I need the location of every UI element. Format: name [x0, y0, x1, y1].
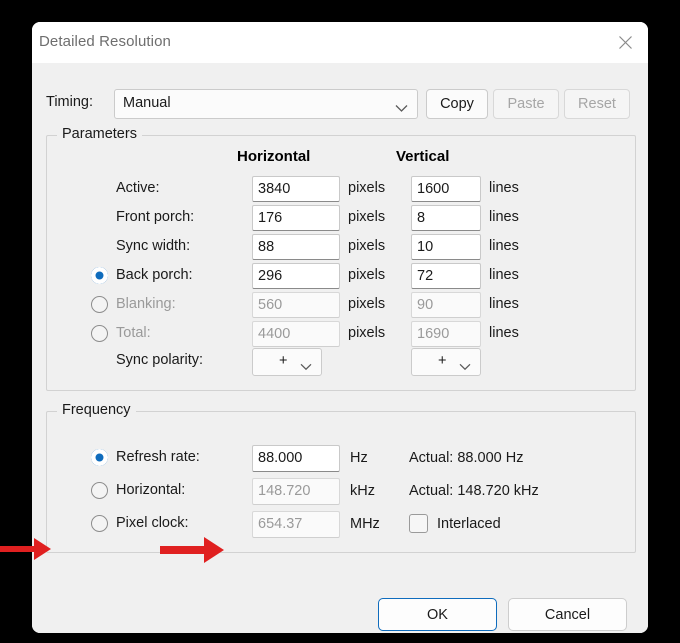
timing-select-value: Manual — [123, 95, 171, 111]
radio-blanking[interactable] — [91, 296, 108, 313]
parameter-row-blanking: Blanking: 560 pixels 90 lines — [47, 292, 637, 318]
unit-pixels: pixels — [348, 180, 386, 196]
frequency-label: Refresh rate: — [116, 449, 200, 465]
parameter-row-total: Total: 4400 pixels 1690 lines — [47, 321, 637, 347]
horizontal-value-input[interactable]: 560 — [252, 292, 340, 318]
unit-lines: lines — [489, 238, 519, 254]
close-icon-glyph — [618, 36, 632, 49]
parameter-row-front-porch: Front porch: 176 pixels 8 lines — [47, 205, 637, 231]
horizontal-value-input[interactable]: 176 — [252, 205, 340, 231]
parameter-row-active: Active: 3840 pixels 1600 lines — [47, 176, 637, 202]
vertical-value-input[interactable]: 1600 — [411, 176, 481, 202]
cancel-button[interactable]: Cancel — [508, 598, 627, 631]
radio-back-porch[interactable] — [91, 267, 108, 284]
parameters-group: Parameters Horizontal Vertical Active: 38… — [46, 126, 637, 391]
frequency-unit: Hz — [350, 450, 368, 466]
unit-pixels: pixels — [348, 325, 386, 341]
sync-polarity-label: Sync polarity: — [116, 352, 204, 368]
vertical-value-input[interactable]: 90 — [411, 292, 481, 318]
vertical-value-input[interactable]: 1690 — [411, 321, 481, 347]
horizontal-value-input[interactable]: 296 — [252, 263, 340, 289]
sync-polarity-vertical-value: + — [438, 353, 447, 369]
sync-polarity-horizontal-value: + — [279, 353, 288, 369]
frequency-value-input[interactable]: 654.37 — [252, 511, 340, 538]
radio-total[interactable] — [91, 325, 108, 342]
frequency-unit: MHz — [350, 516, 380, 532]
copy-button[interactable]: Copy — [426, 89, 488, 119]
reset-button[interactable]: Reset — [564, 89, 630, 119]
radio-refresh-rate[interactable] — [91, 449, 108, 466]
radio-pixel-clock[interactable] — [91, 515, 108, 532]
chevron-down-icon — [395, 100, 408, 118]
frequency-label: Pixel clock: — [116, 515, 189, 531]
frequency-group-title: Frequency — [57, 402, 136, 418]
dialog-title: Detailed Resolution — [39, 33, 171, 50]
parameter-label: Front porch: — [116, 209, 195, 225]
parameter-label: Total: — [116, 325, 151, 341]
horizontal-value-input[interactable]: 4400 — [252, 321, 340, 347]
frequency-label: Horizontal: — [116, 482, 186, 498]
column-header-horizontal: Horizontal — [237, 148, 311, 165]
column-header-vertical: Vertical — [396, 148, 450, 165]
horizontal-value-input[interactable]: 3840 — [252, 176, 340, 202]
parameter-row-sync-width: Sync width: 88 pixels 10 lines — [47, 234, 637, 260]
frequency-row-refresh-rate: Refresh rate: 88.000 Hz Actual: 88.000 Hz — [47, 445, 637, 472]
parameter-row-back-porch: Back porch: 296 pixels 72 lines — [47, 263, 637, 289]
parameters-group-title: Parameters — [57, 126, 142, 142]
vertical-value-input[interactable]: 72 — [411, 263, 481, 289]
unit-lines: lines — [489, 296, 519, 312]
parameter-label: Blanking: — [116, 296, 176, 312]
sync-polarity-row: Sync polarity: + + — [47, 348, 637, 376]
sync-polarity-vertical-select[interactable]: + — [411, 348, 481, 376]
parameter-label: Sync width: — [116, 238, 191, 254]
chevron-down-icon — [300, 358, 312, 376]
interlaced-checkbox[interactable] — [409, 514, 428, 533]
unit-pixels: pixels — [348, 296, 386, 312]
unit-pixels: pixels — [348, 238, 386, 254]
close-icon[interactable] — [602, 22, 648, 63]
vertical-value-input[interactable]: 8 — [411, 205, 481, 231]
unit-lines: lines — [489, 180, 519, 196]
paste-button[interactable]: Paste — [493, 89, 559, 119]
dialog-content: Timing: Manual Copy Paste Reset Paramete… — [32, 63, 648, 633]
frequency-unit: kHz — [350, 483, 375, 499]
unit-pixels: pixels — [348, 267, 386, 283]
unit-lines: lines — [489, 267, 519, 283]
dialog-titlebar: Detailed Resolution — [32, 22, 648, 63]
frequency-group: Frequency Refresh rate: 88.000 Hz Actual: 8… — [46, 402, 637, 553]
unit-lines: lines — [489, 325, 519, 341]
ok-button[interactable]: OK — [378, 598, 497, 631]
horizontal-value-input[interactable]: 88 — [252, 234, 340, 260]
unit-lines: lines — [489, 209, 519, 225]
sync-polarity-horizontal-select[interactable]: + — [252, 348, 322, 376]
frequency-row-pixel-clock: Pixel clock: 654.37 MHz Interlaced — [47, 511, 637, 538]
detailed-resolution-dialog: Detailed Resolution Timing: Manual Copy … — [32, 22, 648, 633]
timing-label: Timing: — [46, 94, 93, 110]
frequency-value-input[interactable]: 148.720 — [252, 478, 340, 505]
radio-horizontal[interactable] — [91, 482, 108, 499]
frequency-row-horizontal: Horizontal: 148.720 kHz Actual: 148.720 kHz — [47, 478, 637, 505]
actual-value-text: Actual: 88.000 Hz — [409, 450, 524, 466]
frequency-value-input[interactable]: 88.000 — [252, 445, 340, 472]
interlaced-label: Interlaced — [437, 516, 501, 532]
actual-value-text: Actual: 148.720 kHz — [409, 483, 539, 499]
unit-pixels: pixels — [348, 209, 386, 225]
parameter-label: Active: — [116, 180, 160, 196]
timing-row: Timing: Manual Copy Paste Reset — [46, 89, 636, 119]
parameter-label: Back porch: — [116, 267, 193, 283]
chevron-down-icon — [459, 358, 471, 376]
vertical-value-input[interactable]: 10 — [411, 234, 481, 260]
timing-select[interactable]: Manual — [114, 89, 418, 119]
